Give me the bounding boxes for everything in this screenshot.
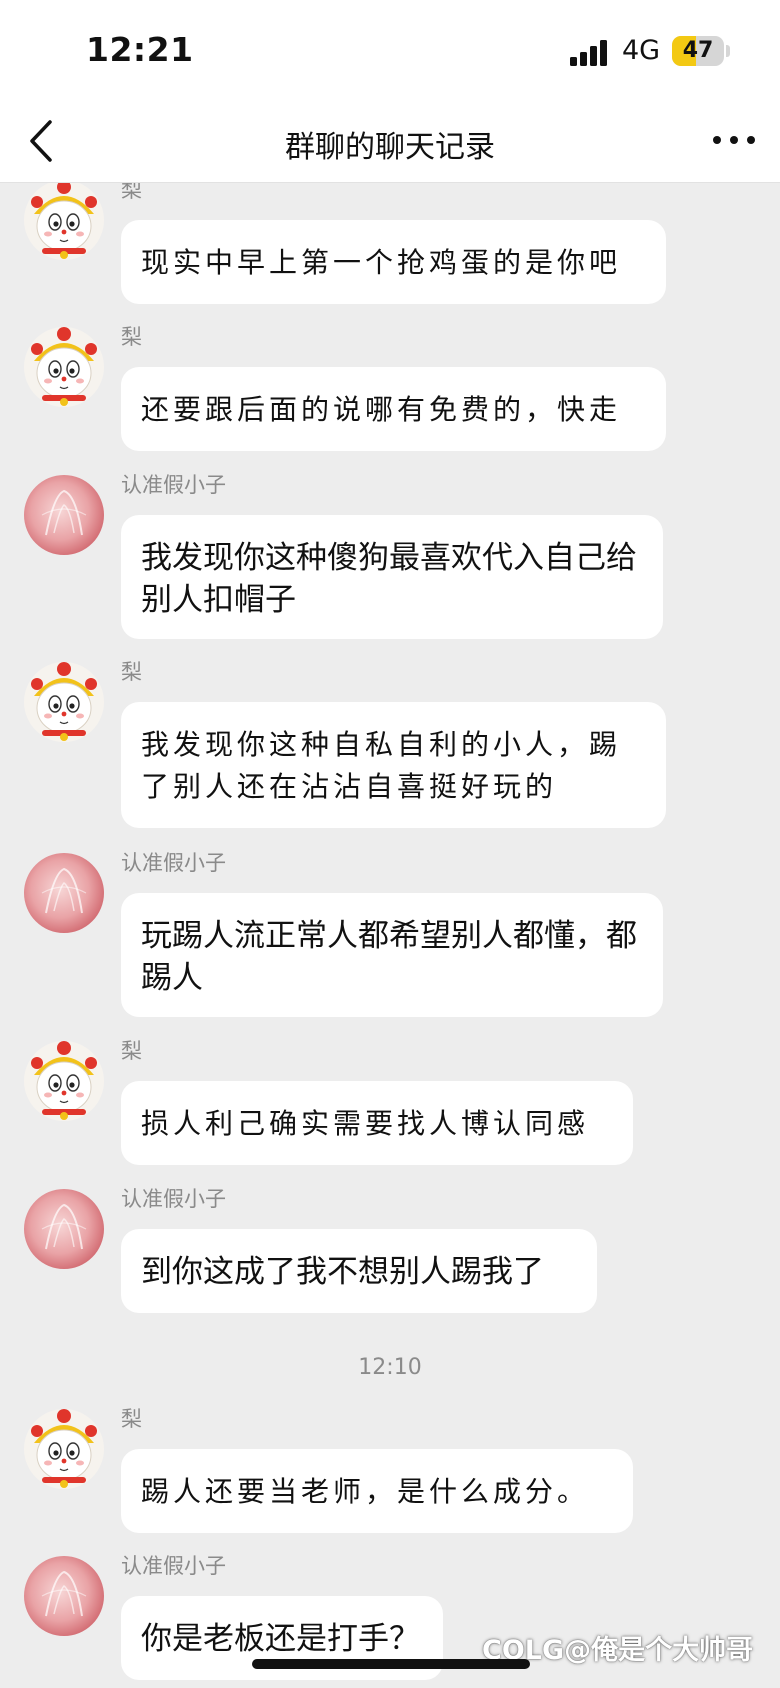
message-bubble[interactable]: 踢人还要当老师，是什么成分。 (121, 1449, 633, 1533)
sender-name: 认准假小子 (121, 1554, 226, 1578)
sender-name: 梨 (121, 325, 142, 349)
message-bubble[interactable]: 我发现你这种傻狗最喜欢代入自己给别人扣帽子 (121, 515, 663, 639)
more-horizontal-icon[interactable] (712, 132, 756, 148)
sender-name: 认准假小子 (121, 1187, 226, 1211)
pink-avatar-icon (24, 1556, 104, 1636)
sender-name: 梨 (121, 1039, 142, 1063)
sender-name: 认准假小子 (121, 851, 226, 875)
avatar-boy[interactable] (24, 1189, 104, 1269)
avatar-li[interactable] (24, 1041, 104, 1121)
avatar-boy[interactable] (24, 475, 104, 555)
sender-name: 梨 (121, 660, 142, 684)
avatar-li[interactable] (24, 662, 104, 742)
avatar-li[interactable] (24, 1409, 104, 1489)
sender-name: 梨 (121, 1407, 142, 1431)
cat-avatar-icon (24, 1041, 104, 1121)
page-title: 群聊的聊天记录 (285, 130, 495, 165)
sender-name: 梨 (121, 183, 142, 202)
sender-name: 认准假小子 (121, 473, 226, 497)
battery-level: 47 (682, 38, 714, 63)
cat-avatar-icon (24, 662, 104, 742)
pink-avatar-icon (24, 475, 104, 555)
pink-avatar-icon (24, 1189, 104, 1269)
message-bubble[interactable]: 玩踢人流正常人都希望别人都懂，都踢人 (121, 893, 663, 1017)
cat-avatar-icon (24, 183, 104, 260)
network-label: 4G (622, 35, 661, 66)
avatar-boy[interactable] (24, 1556, 104, 1636)
status-bar: 12:21 4G 47 (0, 0, 780, 100)
cat-avatar-icon (24, 327, 104, 407)
chat-message-list[interactable]: 梨 现实中早上第一个抢鸡蛋的是你吧 梨 还要跟后面的说哪有免费的，快走 认准假小… (0, 183, 780, 1688)
message-bubble[interactable]: 到你这成了我不想别人踢我了 (121, 1229, 597, 1313)
message-bubble[interactable]: 现实中早上第一个抢鸡蛋的是你吧 (121, 220, 666, 304)
time-divider: 12:10 (358, 1355, 422, 1380)
home-indicator[interactable] (252, 1659, 530, 1669)
pink-avatar-icon (24, 853, 104, 933)
avatar-li[interactable] (24, 327, 104, 407)
avatar-li[interactable] (24, 183, 104, 260)
message-bubble[interactable]: 我发现你这种自私自利的小人，踢了别人还在沾沾自喜挺好玩的 (121, 702, 666, 828)
avatar-boy[interactable] (24, 853, 104, 933)
message-bubble[interactable]: 还要跟后面的说哪有免费的，快走 (121, 367, 666, 451)
status-time: 12:21 (86, 30, 194, 69)
cat-avatar-icon (24, 1409, 104, 1489)
message-bubble[interactable]: 损人利己确实需要找人博认同感 (121, 1081, 633, 1165)
nav-bar: 群聊的聊天记录 (0, 100, 780, 183)
battery-icon: 47 (672, 36, 724, 66)
battery-tip (726, 45, 730, 57)
signal-icon (570, 40, 607, 66)
